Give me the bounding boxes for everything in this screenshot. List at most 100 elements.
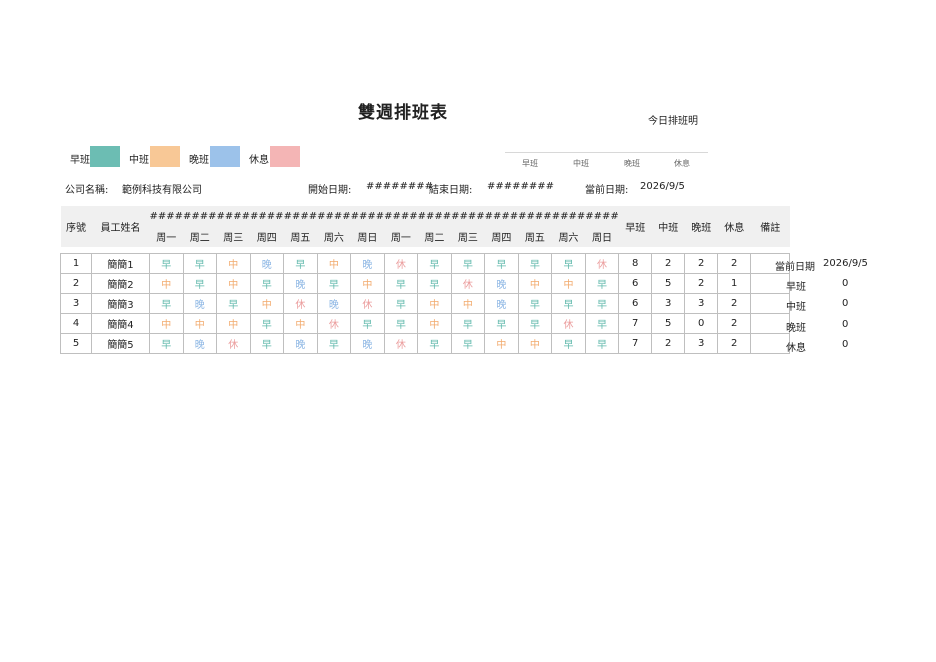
- employee-name[interactable]: 簡簡5: [91, 333, 150, 354]
- shift-cell[interactable]: 晚: [484, 293, 519, 314]
- shift-cell[interactable]: 休: [283, 293, 318, 314]
- shift-cell[interactable]: 晚: [182, 333, 218, 354]
- shift-cell[interactable]: 早: [383, 313, 419, 334]
- shift-cell[interactable]: 晚: [182, 293, 218, 314]
- shift-cell[interactable]: 晚: [350, 253, 385, 274]
- shift-cell[interactable]: 中: [484, 333, 519, 354]
- shift-cell[interactable]: 早: [584, 293, 620, 314]
- shift-cell[interactable]: 早: [249, 313, 285, 334]
- shift-cell[interactable]: 早: [417, 333, 452, 354]
- shift-cell[interactable]: 中: [517, 273, 553, 294]
- early-count[interactable]: 6: [618, 273, 653, 294]
- shift-cell[interactable]: 早: [551, 253, 586, 274]
- late-count[interactable]: 3: [684, 293, 719, 314]
- late-count[interactable]: 2: [684, 253, 719, 274]
- shift-cell[interactable]: 中: [450, 293, 486, 314]
- off-count[interactable]: 2: [717, 293, 752, 314]
- mid-count[interactable]: 5: [651, 313, 686, 334]
- shift-cell[interactable]: 中: [149, 313, 184, 334]
- employee-name[interactable]: 簡簡1: [91, 253, 150, 274]
- shift-cell[interactable]: 中: [283, 313, 318, 334]
- shift-cell[interactable]: 休: [216, 333, 251, 354]
- shift-cell[interactable]: 休: [584, 253, 620, 274]
- note-cell[interactable]: [750, 293, 791, 314]
- shift-cell[interactable]: 早: [417, 273, 452, 294]
- shift-cell[interactable]: 晚: [484, 273, 519, 294]
- shift-cell[interactable]: 早: [383, 293, 419, 314]
- shift-cell[interactable]: 早: [249, 333, 285, 354]
- shift-cell[interactable]: 晚: [249, 253, 285, 274]
- mid-count[interactable]: 2: [651, 333, 686, 354]
- shift-cell[interactable]: 早: [450, 313, 486, 334]
- shift-cell[interactable]: 休: [383, 333, 419, 354]
- row-index[interactable]: 5: [60, 333, 92, 354]
- row-index[interactable]: 1: [60, 253, 92, 274]
- shift-cell[interactable]: 中: [216, 273, 251, 294]
- mid-count[interactable]: 5: [651, 273, 686, 294]
- row-index[interactable]: 4: [60, 313, 92, 334]
- shift-cell[interactable]: 早: [149, 333, 184, 354]
- shift-cell[interactable]: 中: [216, 313, 251, 334]
- shift-cell[interactable]: 休: [383, 253, 419, 274]
- note-cell[interactable]: [750, 313, 791, 334]
- early-count[interactable]: 6: [618, 293, 653, 314]
- shift-cell[interactable]: 早: [417, 253, 452, 274]
- row-index[interactable]: 3: [60, 293, 92, 314]
- shift-cell[interactable]: 早: [149, 253, 184, 274]
- shift-cell[interactable]: 早: [182, 273, 218, 294]
- shift-cell[interactable]: 早: [450, 253, 486, 274]
- shift-cell[interactable]: 中: [350, 273, 385, 294]
- note-cell[interactable]: [750, 333, 791, 354]
- shift-cell[interactable]: 中: [417, 313, 452, 334]
- shift-cell[interactable]: 中: [517, 333, 553, 354]
- shift-cell[interactable]: 早: [316, 273, 352, 294]
- late-count[interactable]: 3: [684, 333, 719, 354]
- shift-cell[interactable]: 休: [316, 313, 352, 334]
- shift-cell[interactable]: 休: [551, 313, 586, 334]
- off-count[interactable]: 2: [717, 313, 752, 334]
- note-cell[interactable]: [750, 273, 791, 294]
- shift-cell[interactable]: 晚: [283, 333, 318, 354]
- shift-cell[interactable]: 早: [484, 313, 519, 334]
- employee-name[interactable]: 簡簡2: [91, 273, 150, 294]
- shift-cell[interactable]: 早: [517, 253, 553, 274]
- shift-cell[interactable]: 中: [149, 273, 184, 294]
- shift-cell[interactable]: 早: [517, 313, 553, 334]
- shift-cell[interactable]: 早: [551, 293, 586, 314]
- off-count[interactable]: 1: [717, 273, 752, 294]
- shift-cell[interactable]: 休: [350, 293, 385, 314]
- shift-cell[interactable]: 晚: [350, 333, 385, 354]
- mid-count[interactable]: 3: [651, 293, 686, 314]
- shift-cell[interactable]: 中: [316, 253, 352, 274]
- late-count[interactable]: 2: [684, 273, 719, 294]
- shift-cell[interactable]: 早: [182, 253, 218, 274]
- mid-count[interactable]: 2: [651, 253, 686, 274]
- early-count[interactable]: 8: [618, 253, 653, 274]
- shift-cell[interactable]: 晚: [283, 273, 318, 294]
- shift-cell[interactable]: 中: [551, 273, 586, 294]
- shift-cell[interactable]: 早: [149, 293, 184, 314]
- shift-cell[interactable]: 中: [216, 253, 251, 274]
- shift-cell[interactable]: 早: [584, 313, 620, 334]
- shift-cell[interactable]: 早: [450, 333, 486, 354]
- off-count[interactable]: 2: [717, 253, 752, 274]
- shift-cell[interactable]: 早: [517, 293, 553, 314]
- early-count[interactable]: 7: [618, 333, 653, 354]
- shift-cell[interactable]: 休: [450, 273, 486, 294]
- shift-cell[interactable]: 中: [417, 293, 452, 314]
- shift-cell[interactable]: 中: [182, 313, 218, 334]
- shift-cell[interactable]: 早: [350, 313, 385, 334]
- off-count[interactable]: 2: [717, 333, 752, 354]
- shift-cell[interactable]: 早: [216, 293, 251, 314]
- shift-cell[interactable]: 晚: [316, 293, 352, 314]
- shift-cell[interactable]: 早: [383, 273, 419, 294]
- late-count[interactable]: 0: [684, 313, 719, 334]
- employee-name[interactable]: 簡簡4: [91, 313, 150, 334]
- shift-cell[interactable]: 早: [283, 253, 318, 274]
- shift-cell[interactable]: 早: [584, 333, 620, 354]
- employee-name[interactable]: 簡簡3: [91, 293, 150, 314]
- shift-cell[interactable]: 早: [484, 253, 519, 274]
- shift-cell[interactable]: 早: [316, 333, 352, 354]
- shift-cell[interactable]: 中: [249, 293, 285, 314]
- shift-cell[interactable]: 早: [551, 333, 586, 354]
